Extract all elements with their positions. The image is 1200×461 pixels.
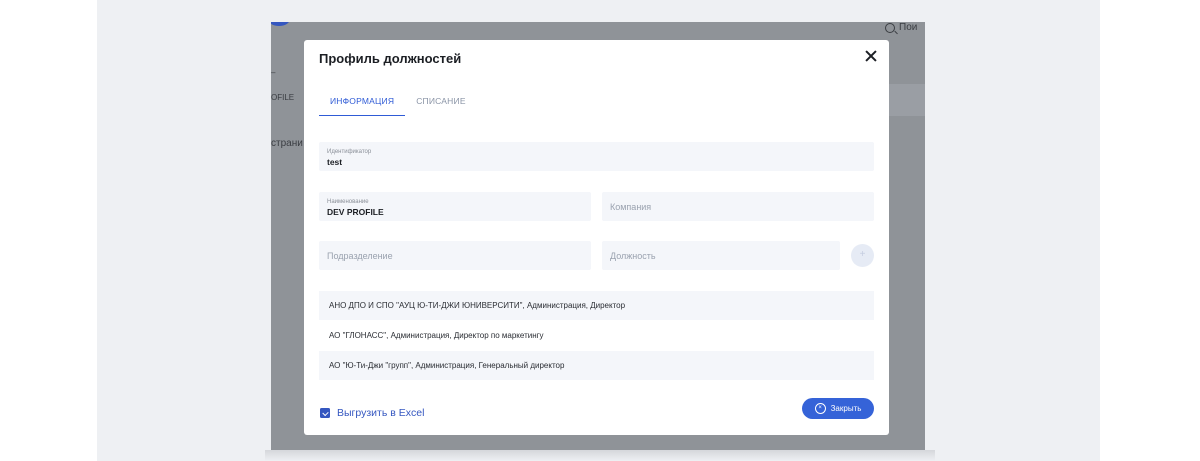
- export-excel-button[interactable]: Выгрузить в Excel: [320, 407, 424, 419]
- search-icon: [885, 22, 895, 33]
- list-item[interactable]: АО "ГЛОНАСС", Администрация, Директор по…: [319, 321, 874, 350]
- close-circle-icon: ×: [814, 403, 826, 414]
- list-item[interactable]: АО "Ю-Ти-Джи "групп", Администрация, Ген…: [319, 351, 874, 380]
- position-field[interactable]: Должность: [602, 241, 840, 270]
- tab-description[interactable]: СПИСАНИЕ: [405, 95, 477, 115]
- tab-information[interactable]: ИНФОРМАЦИЯ: [319, 95, 406, 116]
- modal-title: Профиль должностей: [319, 51, 462, 66]
- close-button-label: Закрыть: [830, 404, 862, 413]
- profile-fragment: OFILE: [271, 93, 295, 102]
- avatar: [271, 22, 290, 26]
- identifier-value: test: [327, 157, 343, 167]
- page-fragment: страни: [271, 138, 303, 149]
- search-label: Пои: [899, 22, 918, 33]
- division-placeholder: Подразделение: [327, 251, 393, 261]
- name-value: DEV PROFILE: [327, 207, 384, 217]
- search-fragment[interactable]: Пои: [885, 22, 917, 33]
- profile-list: АНО ДПО И СПО "АУЦ Ю-ТИ-ДЖИ ЮНИВЕРСИТИ",…: [319, 291, 874, 380]
- identifier-label: Идентификатор: [327, 149, 372, 155]
- download-icon: [320, 408, 330, 418]
- close-button[interactable]: × Закрыть: [802, 398, 874, 419]
- name-field[interactable]: Наименование DEV PROFILE: [319, 192, 591, 221]
- tab-bar: ИНФОРМАЦИЯ СПИСАНИЕ: [319, 95, 477, 116]
- position-placeholder: Должность: [610, 251, 656, 261]
- company-field[interactable]: Компания: [602, 192, 874, 221]
- name-label: Наименование: [327, 199, 369, 205]
- close-icon[interactable]: [863, 48, 879, 64]
- identifier-field[interactable]: Идентификатор test: [319, 142, 874, 171]
- list-item[interactable]: АНО ДПО И СПО "АУЦ Ю-ТИ-ДЖИ ЮНИВЕРСИТИ",…: [319, 291, 874, 320]
- dash-fragment: –: [271, 68, 276, 77]
- job-profile-modal: Профиль должностей ИНФОРМАЦИЯ СПИСАНИЕ И…: [304, 40, 889, 435]
- division-field[interactable]: Подразделение: [319, 241, 591, 270]
- add-position-button[interactable]: +: [851, 244, 874, 267]
- overlay-shadow: [265, 450, 935, 461]
- company-placeholder: Компания: [610, 202, 652, 212]
- plus-icon: +: [859, 249, 866, 260]
- export-excel-label: Выгрузить в Excel: [337, 407, 425, 419]
